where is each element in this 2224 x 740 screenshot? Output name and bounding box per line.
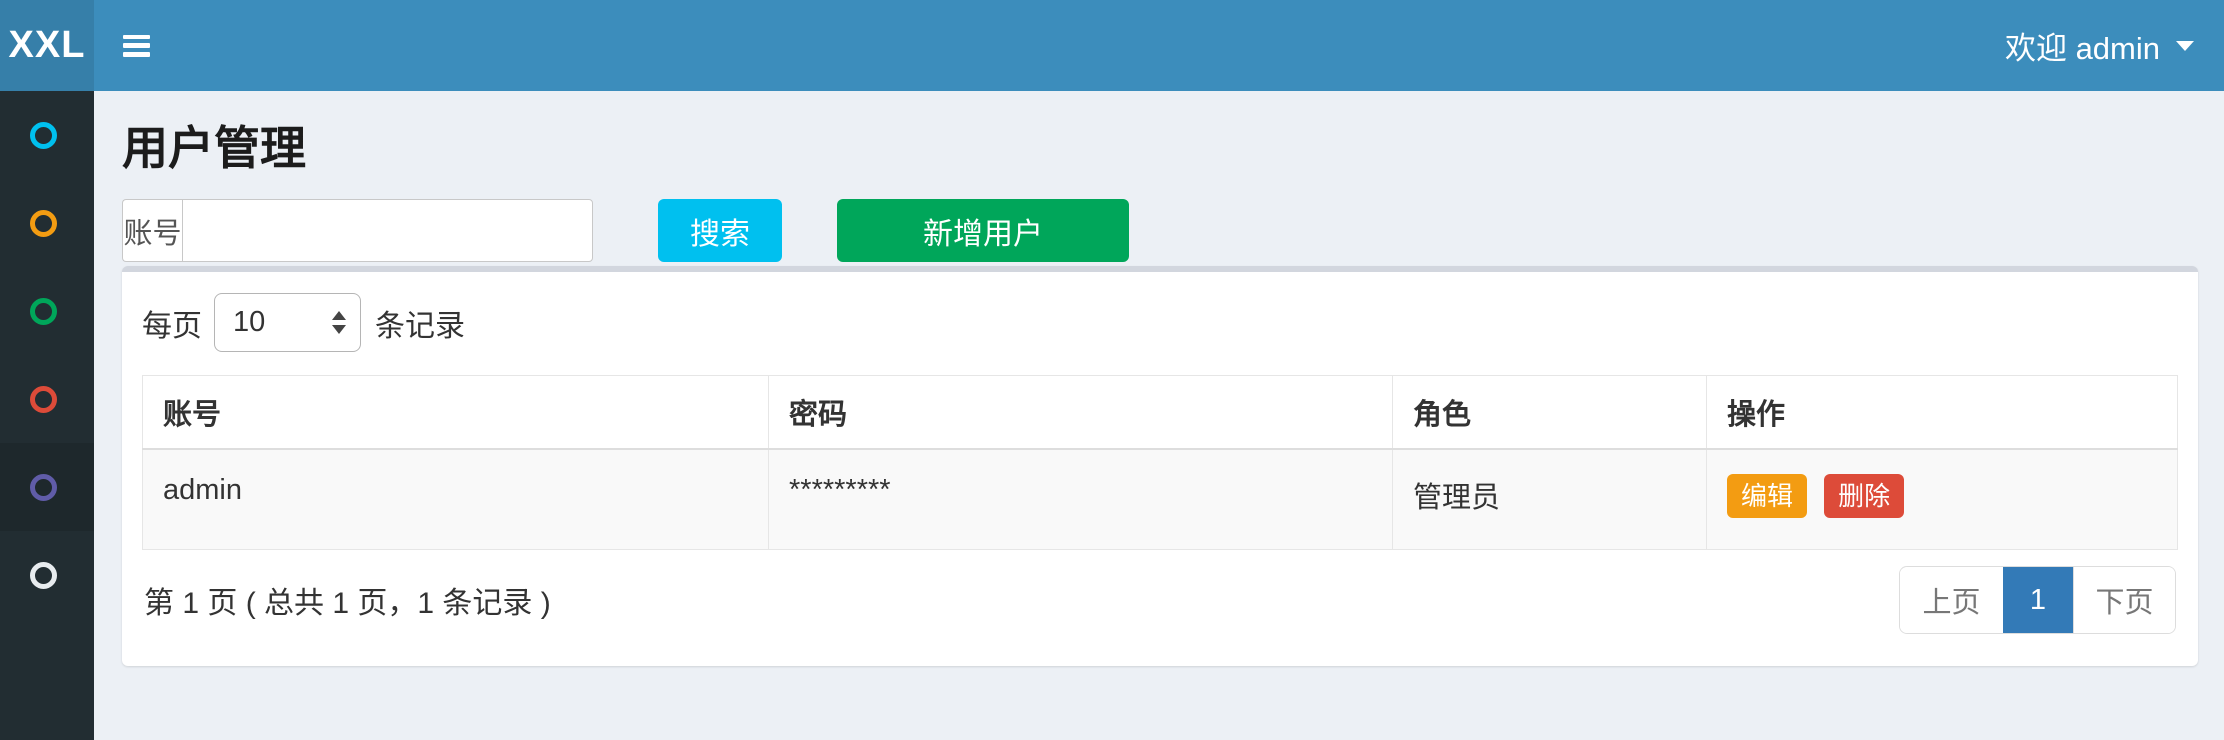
page-length-prefix-label: 每页 xyxy=(142,301,202,345)
sidebar-item-6[interactable] xyxy=(0,531,94,619)
table-header-row: 账号 密码 角色 操作 xyxy=(143,376,2178,449)
circle-o-icon xyxy=(30,122,57,149)
sidebar-item-1[interactable] xyxy=(0,91,94,179)
sidebar-toggle-icon[interactable] xyxy=(123,35,150,57)
current-page-button[interactable]: 1 xyxy=(2003,567,2073,633)
username-filter-group: 账号 xyxy=(122,199,593,262)
table-footer: 第 1 页 ( 总共 1 页，1 条记录 ) 上页 1 下页 xyxy=(142,566,2178,634)
cell-password: ********* xyxy=(769,449,1393,550)
circle-o-icon xyxy=(30,298,57,325)
page-size-select[interactable]: 10 xyxy=(214,293,361,352)
next-page-button[interactable]: 下页 xyxy=(2073,567,2175,633)
add-user-button[interactable]: 新增用户 xyxy=(837,199,1129,262)
page-title: 用户管理 xyxy=(122,121,2198,175)
chevron-down-icon xyxy=(2176,41,2194,51)
delete-button[interactable]: 删除 xyxy=(1824,474,1904,518)
page-length-suffix-label: 条记录 xyxy=(375,301,465,345)
username-filter-input[interactable] xyxy=(182,199,593,262)
sidebar-item-3[interactable] xyxy=(0,267,94,355)
search-toolbar: 账号 搜索 新增用户 xyxy=(122,199,2198,262)
user-table-panel: 每页 10 条记录 账号 密码 角色 操作 admin xyxy=(122,266,2198,666)
users-table: 账号 密码 角色 操作 admin ********* 管理员 编辑 删除 xyxy=(142,375,2178,550)
page-size-value: 10 xyxy=(233,306,332,339)
select-arrows-icon xyxy=(332,311,346,334)
col-header-password: 密码 xyxy=(769,376,1393,449)
top-navbar: XXL 欢迎 admin xyxy=(0,0,2224,91)
col-header-role: 角色 xyxy=(1393,376,1707,449)
circle-o-icon xyxy=(30,562,57,589)
pagination: 上页 1 下页 xyxy=(1899,566,2176,634)
edit-button[interactable]: 编辑 xyxy=(1727,474,1807,518)
circle-o-icon xyxy=(30,210,57,237)
sidebar-item-4[interactable] xyxy=(0,355,94,443)
app-logo[interactable]: XXL xyxy=(0,0,94,91)
page-length-control: 每页 10 条记录 xyxy=(142,293,2178,352)
user-menu[interactable]: 欢迎 admin xyxy=(2005,23,2194,68)
circle-o-icon xyxy=(30,386,57,413)
welcome-label: 欢迎 admin xyxy=(2005,23,2160,68)
prev-page-button[interactable]: 上页 xyxy=(1900,567,2003,633)
cell-role: 管理员 xyxy=(1393,449,1707,550)
main-content: 用户管理 账号 搜索 新增用户 每页 10 条记录 账号 密码 xyxy=(94,91,2224,740)
cell-actions: 编辑 删除 xyxy=(1707,449,2178,550)
search-button[interactable]: 搜索 xyxy=(658,199,782,262)
sidebar-item-2[interactable] xyxy=(0,179,94,267)
circle-o-icon xyxy=(30,474,57,501)
cell-username: admin xyxy=(143,449,769,550)
col-header-actions: 操作 xyxy=(1707,376,2178,449)
username-filter-label: 账号 xyxy=(122,199,182,262)
sidebar-item-5-users[interactable] xyxy=(0,443,94,531)
pagination-info: 第 1 页 ( 总共 1 页，1 条记录 ) xyxy=(142,578,551,622)
col-header-username: 账号 xyxy=(143,376,769,449)
sidebar xyxy=(0,91,94,740)
table-row: admin ********* 管理员 编辑 删除 xyxy=(143,449,2178,550)
